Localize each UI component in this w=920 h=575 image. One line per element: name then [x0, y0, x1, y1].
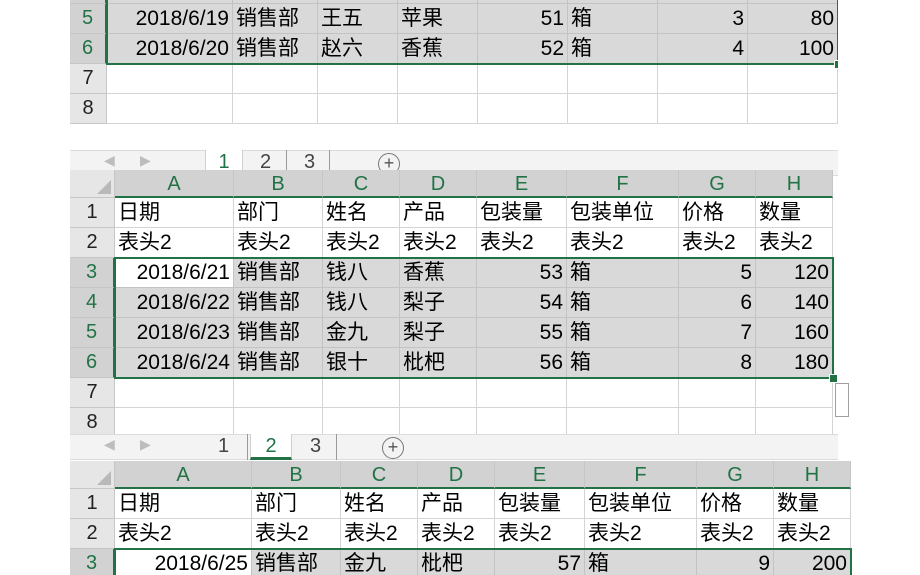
cell[interactable]: 200 [774, 549, 851, 575]
cell[interactable]: 产品 [418, 489, 495, 519]
cell[interactable]: 9 [697, 549, 774, 575]
select-all-corner[interactable] [70, 461, 115, 489]
column-header-B[interactable]: B [252, 461, 341, 489]
cell[interactable]: 包装量 [495, 489, 585, 519]
column-header-G[interactable]: G [697, 461, 774, 489]
cell[interactable]: 日期 [115, 489, 252, 519]
cell[interactable]: 姓名 [341, 489, 418, 519]
column-header-D[interactable]: D [418, 461, 495, 489]
row-header[interactable]: 3 [70, 549, 115, 575]
cell[interactable]: 数量 [774, 489, 851, 519]
cell[interactable]: 表头2 [585, 519, 697, 549]
corner-triangle-icon [97, 471, 111, 485]
cell[interactable]: 2018/6/25 [115, 549, 252, 575]
cell[interactable]: 金九 [341, 549, 418, 575]
cell[interactable]: 表头2 [115, 519, 252, 549]
cell[interactable]: 表头2 [697, 519, 774, 549]
cell[interactable]: 表头2 [252, 519, 341, 549]
cell[interactable]: 部门 [252, 489, 341, 519]
panel-bottom-sheet: A B C D E F G H 1 日期 部门 姓名 产品 包装量 包装单位 价格 数量 2 表头2 表头2 表头2 表头… [0, 0, 920, 575]
column-header-F[interactable]: F [585, 461, 697, 489]
column-header-A[interactable]: A [115, 461, 252, 489]
cell[interactable]: 枇杷 [418, 549, 495, 575]
cell[interactable]: 箱 [585, 549, 697, 575]
column-header-C[interactable]: C [341, 461, 418, 489]
cell[interactable]: 表头2 [341, 519, 418, 549]
cell[interactable]: 表头2 [774, 519, 851, 549]
cell[interactable]: 包装单位 [585, 489, 697, 519]
row-header[interactable]: 1 [70, 489, 115, 519]
column-header-E[interactable]: E [495, 461, 585, 489]
cell[interactable]: 价格 [697, 489, 774, 519]
cell[interactable]: 表头2 [495, 519, 585, 549]
column-header-H[interactable]: H [774, 461, 851, 489]
cell[interactable]: 57 [495, 549, 585, 575]
floating-object-edge [835, 383, 849, 417]
cell[interactable]: 销售部 [252, 549, 341, 575]
row-header[interactable]: 2 [70, 519, 115, 549]
cell[interactable]: 表头2 [418, 519, 495, 549]
